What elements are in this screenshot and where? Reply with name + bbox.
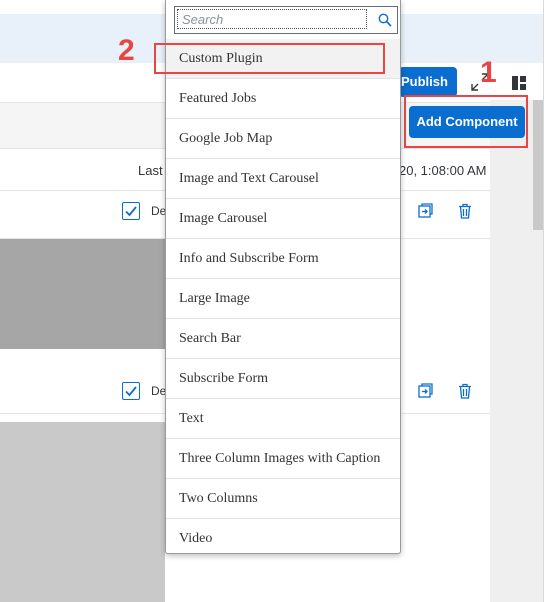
menu-item-search-bar[interactable]: Search Bar: [166, 319, 400, 359]
menu-item-video[interactable]: Video: [166, 519, 400, 558]
row-checkbox[interactable]: [122, 382, 140, 400]
trash-icon[interactable]: [457, 383, 473, 399]
annotation-number-2: 2: [118, 34, 135, 67]
annotation-number-1: 1: [480, 56, 497, 89]
menu-item-image-carousel[interactable]: Image Carousel: [166, 199, 400, 239]
date-value: 20, 1:08:00 AM: [399, 163, 487, 178]
menu-item-info-subscribe-form[interactable]: Info and Subscribe Form: [166, 239, 400, 279]
layout-icon[interactable]: [512, 76, 526, 90]
scrollbar[interactable]: [533, 100, 543, 230]
menu-item-featured-jobs[interactable]: Featured Jobs: [166, 79, 400, 119]
component-list: Custom Plugin Featured Jobs Google Job M…: [166, 39, 400, 558]
search-box: [174, 6, 398, 34]
trash-icon[interactable]: [457, 203, 473, 219]
publish-button[interactable]: Publish: [399, 67, 457, 97]
column-header-last: Last: [138, 163, 163, 178]
preview-block: [0, 422, 165, 602]
menu-item-subscribe-form[interactable]: Subscribe Form: [166, 359, 400, 399]
component-dropdown: Custom Plugin Featured Jobs Google Job M…: [165, 0, 401, 554]
menu-item-image-text-carousel[interactable]: Image and Text Carousel: [166, 159, 400, 199]
menu-item-text[interactable]: Text: [166, 399, 400, 439]
search-icon[interactable]: [378, 13, 392, 27]
search-input[interactable]: [177, 9, 367, 29]
preview-block: [0, 239, 165, 349]
menu-item-two-columns[interactable]: Two Columns: [166, 479, 400, 519]
copy-icon[interactable]: [417, 383, 433, 399]
annotation-box-2: [154, 43, 385, 74]
menu-item-large-image[interactable]: Large Image: [166, 279, 400, 319]
checkmark-icon: [125, 206, 137, 217]
menu-item-three-column-images[interactable]: Three Column Images with Caption: [166, 439, 400, 479]
menu-item-google-job-map[interactable]: Google Job Map: [166, 119, 400, 159]
checkmark-icon: [125, 386, 137, 397]
annotation-box-1: [404, 95, 528, 148]
divider: [543, 0, 544, 602]
copy-icon[interactable]: [417, 203, 433, 219]
row-checkbox[interactable]: [122, 202, 140, 220]
